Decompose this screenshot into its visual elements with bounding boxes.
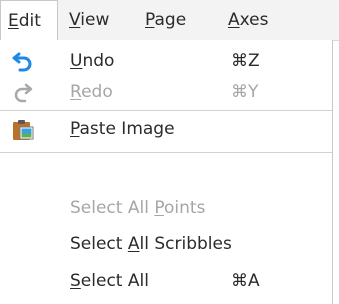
undo-menu-item[interactable]: Undo ⌘Z — [0, 46, 332, 76]
undo-shortcut: ⌘Z — [231, 51, 260, 71]
select-all-scribbles-menu-item[interactable]: Select All Scribbles — [0, 229, 332, 259]
menu-separator — [0, 152, 332, 153]
menu-page-label: Page — [145, 10, 187, 30]
menu-axes[interactable]: Axes — [221, 0, 276, 40]
menu-view[interactable]: View — [62, 0, 116, 40]
menu-view-label: View — [69, 10, 110, 30]
menu-page[interactable]: Page — [138, 0, 193, 40]
edit-menu-dropdown: Undo ⌘Z Redo ⌘Y Paste Image Select All P… — [0, 40, 333, 304]
menu-edit[interactable]: Edit — [0, 0, 58, 41]
redo-menu-item[interactable]: Redo ⌘Y — [0, 77, 332, 107]
menubar: Edit View Page Axes — [0, 0, 339, 41]
redo-icon — [12, 81, 34, 103]
menu-edit-mnemonic: Edit — [8, 11, 41, 31]
paste-image-icon — [12, 119, 34, 141]
paste-image-menu-item[interactable]: Paste Image — [0, 114, 332, 144]
select-all-points-menu-item[interactable]: Select All Points — [0, 193, 332, 223]
select-all-shortcut: ⌘A — [231, 271, 260, 291]
redo-shortcut: ⌘Y — [231, 82, 259, 102]
select-all-menu-item[interactable]: Select All ⌘A — [0, 266, 332, 296]
menu-separator — [0, 110, 332, 111]
undo-icon — [12, 50, 34, 72]
menu-axes-label: Axes — [228, 10, 269, 30]
